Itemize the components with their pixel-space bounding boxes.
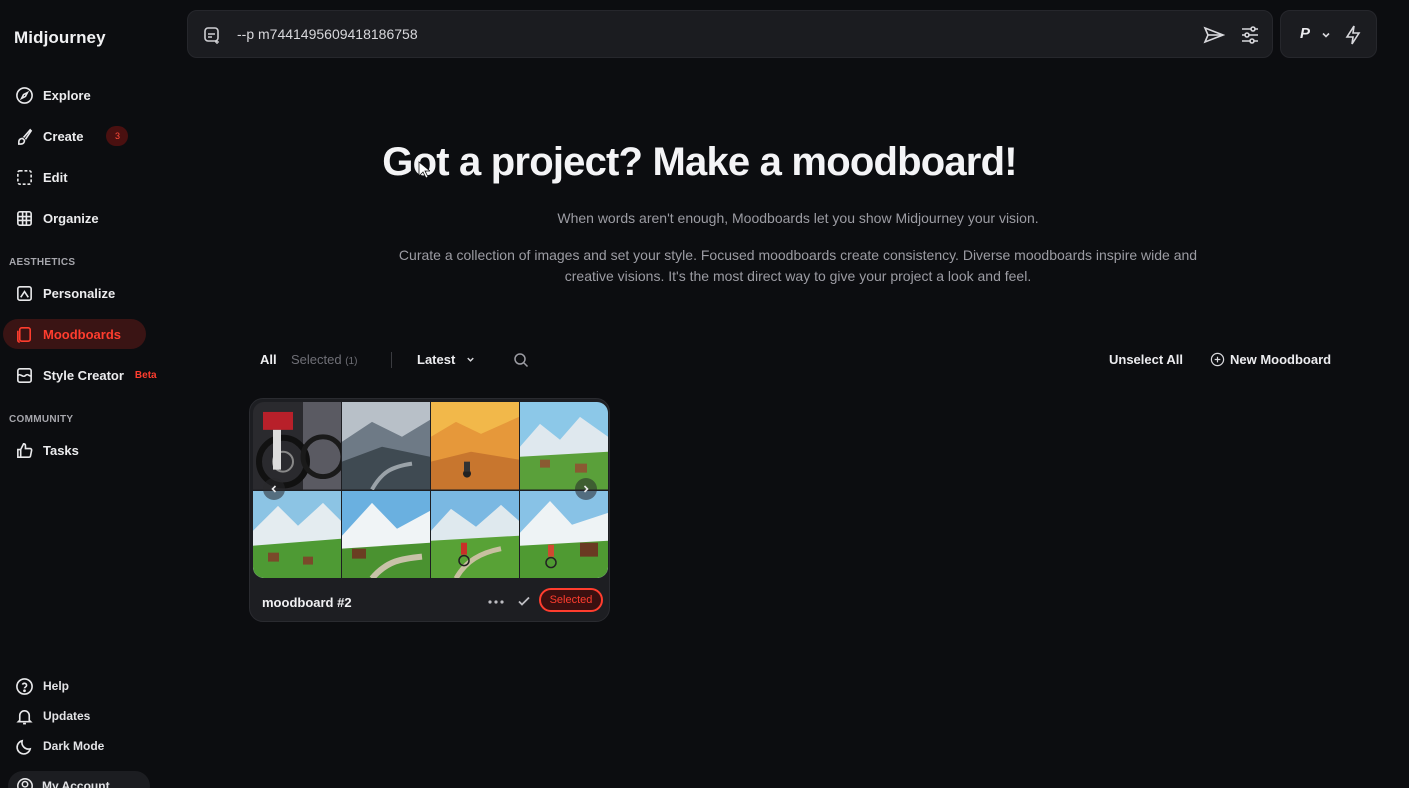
lightning-icon[interactable] bbox=[1343, 24, 1363, 46]
filter-all-tab[interactable]: All bbox=[260, 352, 277, 367]
sidebar-item-personalize[interactable]: Personalize bbox=[6, 278, 115, 308]
sidebar-item-label: Tasks bbox=[43, 442, 79, 458]
sidebar-item-style-creator[interactable]: Style Creator Beta bbox=[6, 360, 157, 390]
moodboard-title: moodboard #2 bbox=[262, 595, 352, 610]
search-icon[interactable] bbox=[513, 352, 529, 368]
sidebar-item-label: Organize bbox=[43, 210, 99, 226]
grid-icon bbox=[17, 210, 32, 226]
previous-image-button[interactable] bbox=[263, 478, 285, 500]
chevron-right-icon bbox=[583, 485, 589, 493]
send-icon[interactable] bbox=[1203, 25, 1225, 45]
sidebar: Midjourney Explore Create 3 Edit Organiz… bbox=[0, 0, 175, 788]
my-account-button[interactable]: My Account bbox=[8, 771, 150, 788]
sidebar-item-label: Dark Mode bbox=[43, 739, 105, 753]
sidebar-item-label: Updates bbox=[43, 709, 91, 723]
page-description: Curate a collection of images and set yo… bbox=[398, 247, 1198, 284]
sidebar-item-updates[interactable]: Updates bbox=[6, 703, 90, 729]
sidebar-item-label: Personalize bbox=[43, 285, 116, 301]
sort-dropdown[interactable]: Latest bbox=[417, 352, 476, 367]
sidebar-item-help[interactable]: Help bbox=[6, 673, 69, 699]
page-subtitle: When words aren't enough, Moodboards let… bbox=[557, 210, 1039, 226]
filter-selected-count: (1) bbox=[345, 356, 358, 367]
sidebar-item-dark-mode[interactable]: Dark Mode bbox=[6, 733, 104, 759]
image-prompt-icon[interactable] bbox=[202, 25, 222, 45]
beta-tag: Beta bbox=[134, 369, 157, 381]
sidebar-item-label: Moodboards bbox=[43, 326, 121, 342]
thumbnail-image bbox=[253, 490, 341, 578]
help-icon bbox=[16, 677, 33, 695]
thumbs-up-icon bbox=[17, 442, 33, 458]
new-moodboard-label: New Moodboard bbox=[1230, 352, 1332, 367]
filter-selected-label: Selected bbox=[291, 352, 342, 367]
prompt-bar[interactable]: --p m7441495609418186758 bbox=[187, 10, 1273, 58]
selected-badge-button[interactable]: Selected bbox=[539, 588, 603, 612]
chevron-down-icon[interactable] bbox=[1320, 29, 1332, 41]
account-label: My Account bbox=[42, 779, 110, 788]
sidebar-item-moodboards[interactable]: Moodboards bbox=[3, 319, 146, 349]
filter-selected-tab[interactable]: Selected (1) bbox=[291, 352, 357, 367]
sidebar-item-tasks[interactable]: Tasks bbox=[6, 435, 79, 465]
chevron-down-icon bbox=[467, 357, 475, 362]
sidebar-item-label: Explore bbox=[43, 87, 91, 103]
sidebar-item-label: Help bbox=[43, 679, 70, 693]
page-title: Got a project? Make a moodboard! bbox=[0, 140, 1409, 185]
compass-icon bbox=[16, 86, 33, 104]
thumbnail-image bbox=[342, 402, 430, 490]
palette-icon bbox=[17, 367, 32, 383]
sort-label: Latest bbox=[417, 352, 456, 367]
filter-divider bbox=[391, 352, 392, 368]
bell-icon bbox=[16, 709, 33, 724]
moodboard-card[interactable]: moodboard #2 Selected bbox=[249, 398, 610, 622]
section-label-community: COMMUNITY bbox=[9, 414, 74, 425]
personalize-icon bbox=[17, 285, 32, 301]
mouse-cursor-icon bbox=[418, 161, 430, 179]
thumbnail-image bbox=[520, 490, 608, 578]
mode-switcher: P bbox=[1280, 10, 1377, 58]
unselect-all-button[interactable]: Unselect All bbox=[1109, 352, 1183, 367]
account-icon bbox=[17, 778, 33, 788]
chevron-left-icon bbox=[271, 485, 277, 493]
thumbnail-image bbox=[431, 490, 519, 578]
moodboard-icon bbox=[17, 326, 32, 343]
personalization-toggle[interactable]: P bbox=[1300, 25, 1310, 42]
prompt-input[interactable]: --p m7441495609418186758 bbox=[237, 26, 418, 42]
brand-logo[interactable]: Midjourney bbox=[14, 28, 106, 48]
settings-sliders-icon[interactable] bbox=[1240, 24, 1260, 46]
thumbnail-image bbox=[342, 490, 430, 578]
moon-icon bbox=[16, 739, 32, 755]
sidebar-item-explore[interactable]: Explore bbox=[6, 80, 91, 110]
checkmark-icon[interactable] bbox=[516, 593, 532, 609]
sidebar-item-organize[interactable]: Organize bbox=[6, 203, 99, 233]
section-label-aesthetics: AESTHETICS bbox=[9, 257, 76, 268]
sidebar-item-label: Style Creator bbox=[43, 367, 124, 383]
thumbnail-image bbox=[520, 402, 608, 490]
next-image-button[interactable] bbox=[575, 478, 597, 500]
more-options-icon[interactable] bbox=[487, 594, 505, 610]
thumbnail-image bbox=[431, 402, 519, 490]
new-moodboard-button[interactable]: New Moodboard bbox=[1210, 352, 1331, 367]
thumbnail-image bbox=[253, 402, 341, 490]
moodboard-thumbnail-grid[interactable] bbox=[253, 402, 608, 578]
page-title-text: Got a project? Make a moodboard! bbox=[382, 140, 1017, 184]
plus-circle-icon bbox=[1210, 352, 1225, 367]
